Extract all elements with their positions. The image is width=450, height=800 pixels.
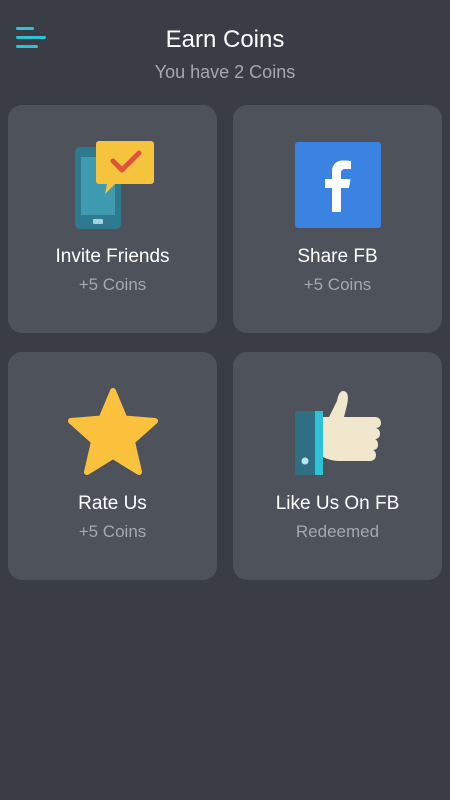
card-title: Rate Us [78,493,147,514]
coin-balance: You have 2 Coins [154,62,296,82]
card-reward: +5 Coins [78,522,147,541]
invite-phone-message-icon [8,138,217,232]
card-reward: +5 Coins [303,275,372,294]
card-status: Redeemed [295,522,380,541]
star-icon [8,385,217,479]
facebook-icon [233,138,442,232]
card-reward: +5 Coins [78,275,147,294]
share-fb-card[interactable]: Share FB +5 Coins [233,105,442,333]
card-title: Invite Friends [55,246,170,267]
card-title: Share FB [297,246,378,267]
app-header: Earn Coins You have 2 Coins [0,0,450,100]
rate-us-card[interactable]: Rate Us +5 Coins [8,352,217,580]
page-title: Earn Coins [165,26,285,53]
invite-friends-card[interactable]: Invite Friends +5 Coins [8,105,217,333]
card-title: Like Us On FB [275,493,400,514]
thumbs-up-icon [233,385,442,479]
like-us-fb-card[interactable]: Like Us On FB Redeemed [233,352,442,580]
